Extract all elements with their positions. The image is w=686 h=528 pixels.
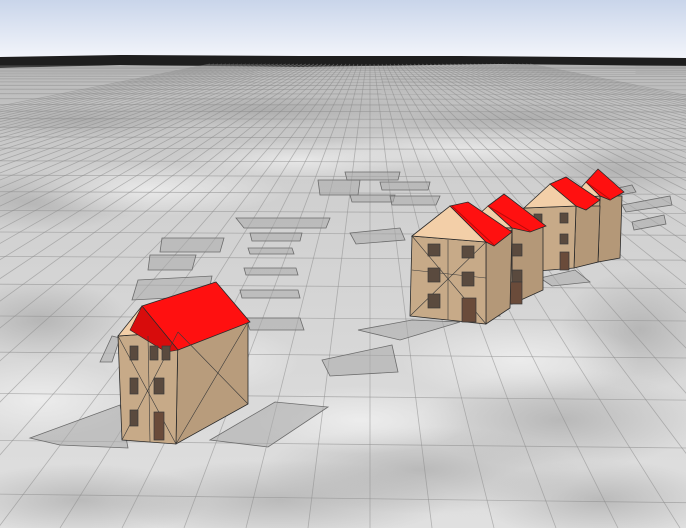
- footprint: [247, 247, 295, 255]
- footprint: [235, 217, 331, 229]
- footprint: [245, 317, 305, 331]
- footprint: [349, 194, 396, 203]
- footprint: [317, 179, 361, 196]
- sky: [0, 0, 686, 60]
- footprint: [389, 195, 441, 206]
- footprint: [249, 232, 303, 242]
- footprint: [239, 289, 301, 299]
- grid-line: [0, 93, 686, 95]
- footprint: [159, 237, 225, 253]
- 3d-viewport[interactable]: [0, 0, 686, 528]
- footprint: [379, 181, 431, 191]
- house-side-wall: [597, 195, 623, 263]
- footprint: [344, 171, 401, 181]
- footprint: [147, 254, 197, 271]
- grid-line: [0, 88, 686, 91]
- footprint: [243, 267, 299, 276]
- terrain-scene[interactable]: [0, 0, 686, 528]
- house-side-wall: [573, 205, 601, 269]
